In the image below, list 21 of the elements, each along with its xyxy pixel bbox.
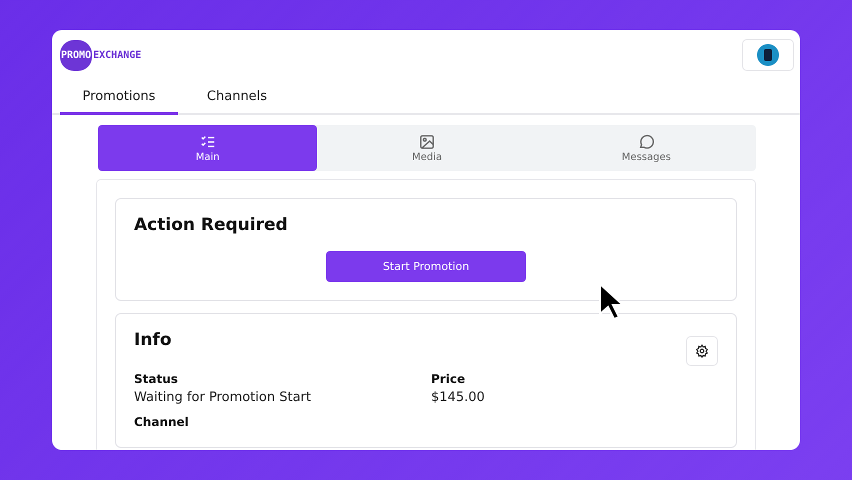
field-label: Price <box>431 372 466 386</box>
settings-icon <box>695 344 709 358</box>
field-label: Channel <box>134 415 190 429</box>
chat-icon <box>638 134 654 150</box>
start-promotion-button[interactable]: Start Promotion <box>326 251 526 282</box>
sub-tab[interactable]: Main <box>98 125 318 171</box>
sub-tab[interactable]: Media <box>317 125 537 171</box>
card-title: Info <box>134 330 172 350</box>
sub-tab[interactable]: Messages <box>536 125 756 171</box>
avatar-button[interactable] <box>742 39 794 71</box>
image-icon <box>418 134 435 150</box>
settings-button[interactable] <box>686 336 718 366</box>
field-value: Waiting for Promotion Start <box>134 390 312 405</box>
nav-tab[interactable]: Promotions <box>60 83 178 115</box>
checklist-icon <box>200 134 216 150</box>
field-label: Status <box>134 372 179 386</box>
field-value: $145.00 <box>431 390 486 405</box>
logo[interactable]: PROMO EXCHANGE <box>60 38 142 72</box>
avatar-icon <box>757 44 779 66</box>
card-title: Action Required <box>134 215 289 235</box>
nav-tab[interactable]: Channels <box>178 83 296 115</box>
